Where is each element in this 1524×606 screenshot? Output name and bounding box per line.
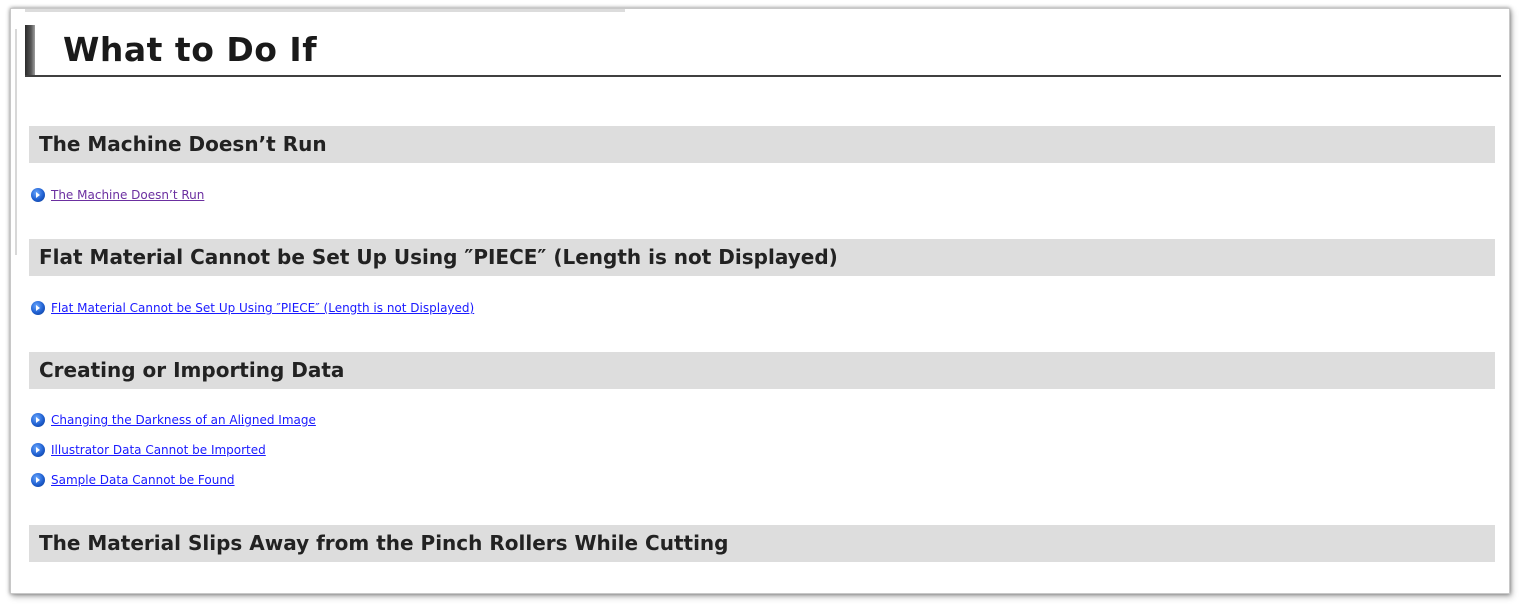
circle-arrow-icon [31, 301, 45, 315]
link-changing-darkness[interactable]: Changing the Darkness of an Aligned Imag… [51, 413, 316, 427]
list-item: Changing the Darkness of an Aligned Imag… [31, 411, 316, 429]
circle-arrow-icon [31, 443, 45, 457]
circle-arrow-icon [31, 473, 45, 487]
section-header-material-slips: The Material Slips Away from the Pinch R… [29, 525, 1495, 562]
circle-arrow-icon [31, 188, 45, 202]
list-item: Flat Material Cannot be Set Up Using ″PI… [31, 299, 474, 317]
list-item: The Machine Doesn’t Run [31, 186, 204, 204]
section-header-creating-importing-data: Creating or Importing Data [29, 352, 1495, 389]
link-flat-material[interactable]: Flat Material Cannot be Set Up Using ″PI… [51, 301, 474, 315]
link-machine-doesnt-run[interactable]: The Machine Doesn’t Run [51, 188, 204, 202]
section-heading: The Material Slips Away from the Pinch R… [39, 531, 729, 555]
help-page-frame: What to Do If The Machine Doesn’t Run Th… [10, 8, 1510, 594]
circle-arrow-icon [31, 413, 45, 427]
top-accent-line [25, 9, 625, 12]
section-heading: The Machine Doesn’t Run [39, 132, 327, 156]
link-sample-data[interactable]: Sample Data Cannot be Found [51, 473, 235, 487]
list-item: Illustrator Data Cannot be Imported [31, 441, 266, 459]
page-title-bar: What to Do If [25, 25, 1501, 77]
section-heading: Creating or Importing Data [39, 358, 345, 382]
section-header-flat-material: Flat Material Cannot be Set Up Using ″PI… [29, 239, 1495, 276]
section-header-machine-doesnt-run: The Machine Doesn’t Run [29, 126, 1495, 163]
page-title: What to Do If [63, 30, 318, 69]
link-illustrator-data[interactable]: Illustrator Data Cannot be Imported [51, 443, 266, 457]
list-item: Sample Data Cannot be Found [31, 471, 235, 489]
title-marker-block [25, 25, 35, 75]
section-heading: Flat Material Cannot be Set Up Using ″PI… [39, 245, 838, 269]
left-accent-line [15, 29, 17, 255]
